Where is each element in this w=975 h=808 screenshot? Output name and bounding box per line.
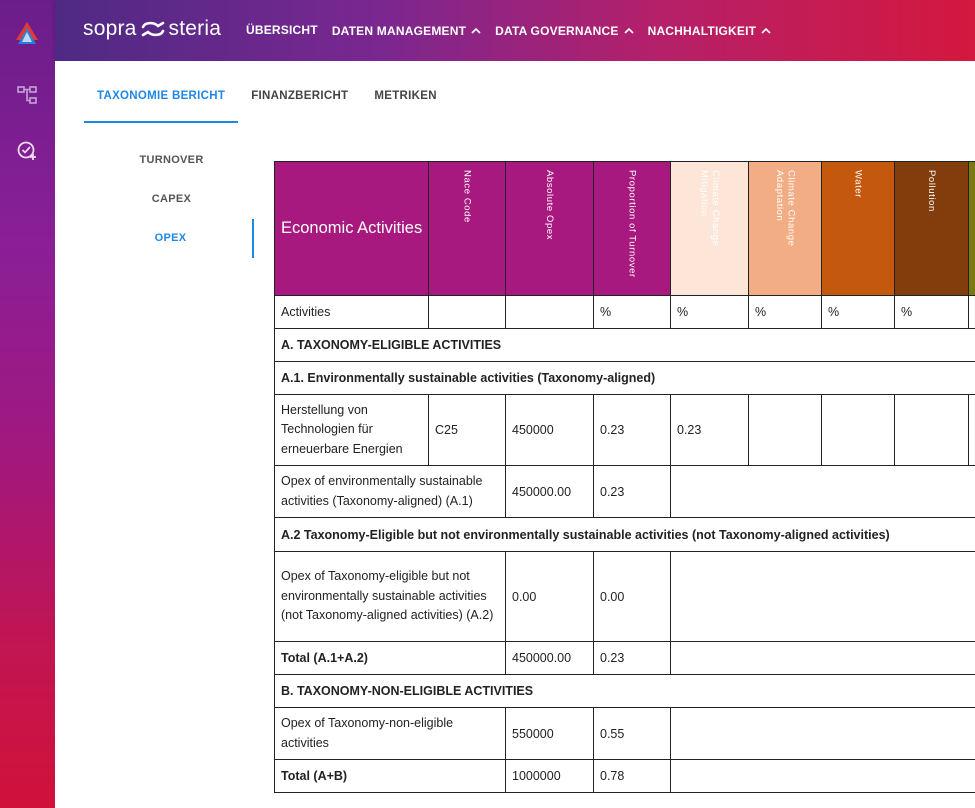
activity-abs: 450000: [505, 394, 594, 466]
chevron-up-icon: [761, 27, 771, 34]
a1-total-label: Opex of environmentally sustainable acti…: [274, 465, 506, 518]
header-pollution: Pollution: [894, 161, 969, 296]
header-economic-activities: Economic Activities: [274, 161, 429, 296]
section-b-title: B. TAXONOMY-NON-ELIGIBLE ACTIVITIES: [274, 674, 975, 708]
hierarchy-icon[interactable]: [16, 84, 38, 106]
total-ab-abs: 1000000: [505, 759, 594, 793]
total-a-abs: 450000.00: [505, 641, 594, 675]
total-a-label: Total (A.1+A.2): [274, 641, 506, 675]
table-row: Total (A+B) 1000000 0.78: [274, 759, 975, 793]
b-total-abs: 550000: [505, 707, 594, 760]
header-absolute-opex: Absolute Opex: [505, 161, 594, 296]
activity-name: Herstellung von Technologien für erneuer…: [274, 394, 429, 466]
chevron-up-icon: [624, 27, 634, 34]
side-item-opex[interactable]: OPEX: [89, 219, 254, 258]
nav-uebersicht[interactable]: ÜBERSICHT: [246, 23, 318, 37]
table-row: A.2 Taxonomy-Eligible but not environmen…: [274, 517, 975, 552]
app-logo-icon[interactable]: [14, 20, 40, 46]
total-ab-prop: 0.78: [593, 759, 671, 793]
a1-total-abs: 450000.00: [505, 465, 594, 518]
table-row: Opex of environmentally sustainable acti…: [274, 465, 975, 518]
section-a-title: A. TAXONOMY-ELIGIBLE ACTIVITIES: [274, 328, 975, 362]
b-total-label: Opex of Taxonomy-non-eligible activities: [274, 707, 506, 760]
table-row: A. TAXONOMY-ELIGIBLE ACTIVITIES: [274, 328, 975, 362]
table-row: Herstellung von Technologien für erneuer…: [274, 394, 975, 466]
top-navigation-bar: sopra steria ÜBERSICHT DATEN MANAGEMENT …: [55, 0, 975, 61]
section-a2-title: A.2 Taxonomy-Eligible but not environmen…: [274, 517, 975, 552]
header-next-objective: [968, 161, 975, 296]
side-item-capex[interactable]: CAPEX: [89, 180, 254, 219]
table-row: Opex of Taxonomy-eligible but not enviro…: [274, 551, 975, 642]
nav-data-governance[interactable]: DATA GOVERNANCE: [495, 24, 634, 38]
brand-logo[interactable]: sopra steria: [83, 17, 221, 41]
b-total-prop: 0.55: [593, 707, 671, 760]
header-climate-change-adaptation: Climate Change Adaptation: [748, 161, 822, 296]
table-row: Total (A.1+A.2) 450000.00 0.23: [274, 641, 975, 675]
chevron-up-icon: [471, 27, 481, 34]
table-row: B. TAXONOMY-NON-ELIGIBLE ACTIVITIES: [274, 674, 975, 708]
header-water: Water: [821, 161, 895, 296]
a1-total-prop: 0.23: [593, 465, 671, 518]
tab-finanzbericht[interactable]: FINANZBERICHT: [238, 61, 361, 123]
header-nace-code: Nace Code: [428, 161, 506, 296]
nav-daten-management[interactable]: DATEN MANAGEMENT: [332, 24, 481, 38]
header-climate-change-mitigation: Climate Change Mitigation: [670, 161, 749, 296]
table-row: Activities % % % % %: [274, 295, 975, 329]
table-row: Opex of Taxonomy-non-eligible activities…: [274, 707, 975, 760]
main-nav: ÜBERSICHT DATEN MANAGEMENT DATA GOVERNAN…: [246, 0, 785, 61]
total-a-prop: 0.23: [593, 641, 671, 675]
table-row: A.1. Environmentally sustainable activit…: [274, 361, 975, 395]
tab-metriken[interactable]: METRIKEN: [361, 61, 449, 123]
units-activities-label: Activities: [274, 295, 429, 329]
activity-ccm: 0.23: [670, 394, 749, 466]
a2-total-label: Opex of Taxonomy-eligible but not enviro…: [274, 551, 506, 642]
activity-nace: C25: [428, 394, 506, 466]
table-header-row: Economic Activities Nace Code Absolute O…: [274, 161, 975, 296]
total-ab-label: Total (A+B): [274, 759, 506, 793]
section-a1-title: A.1. Environmentally sustainable activit…: [274, 361, 975, 395]
brand-mark-icon: [141, 21, 164, 37]
tab-taxonomie-bericht[interactable]: TAXONOMIE BERICHT: [84, 61, 239, 123]
brand-left: sopra: [83, 17, 137, 40]
left-rail: [0, 0, 55, 808]
taxonomy-table: Economic Activities Nace Code Absolute O…: [274, 161, 975, 793]
task-check-add-icon[interactable]: [16, 139, 38, 161]
nav-nachhaltigkeit[interactable]: NACHHALTIGKEIT: [648, 24, 772, 38]
side-item-turnover[interactable]: TURNOVER: [89, 141, 254, 180]
header-proportion: Proportion of Turnover: [593, 161, 671, 296]
taxonomy-table-container: Economic Activities Nace Code Absolute O…: [274, 161, 975, 808]
activity-prop: 0.23: [593, 394, 671, 466]
kpi-side-menu: TURNOVER CAPEX OPEX: [89, 141, 254, 808]
brand-right: steria: [168, 17, 222, 40]
a2-total-abs: 0.00: [505, 551, 594, 642]
report-tabs: TAXONOMIE BERICHT FINANZBERICHT METRIKEN: [84, 61, 450, 123]
a2-total-prop: 0.00: [593, 551, 671, 642]
